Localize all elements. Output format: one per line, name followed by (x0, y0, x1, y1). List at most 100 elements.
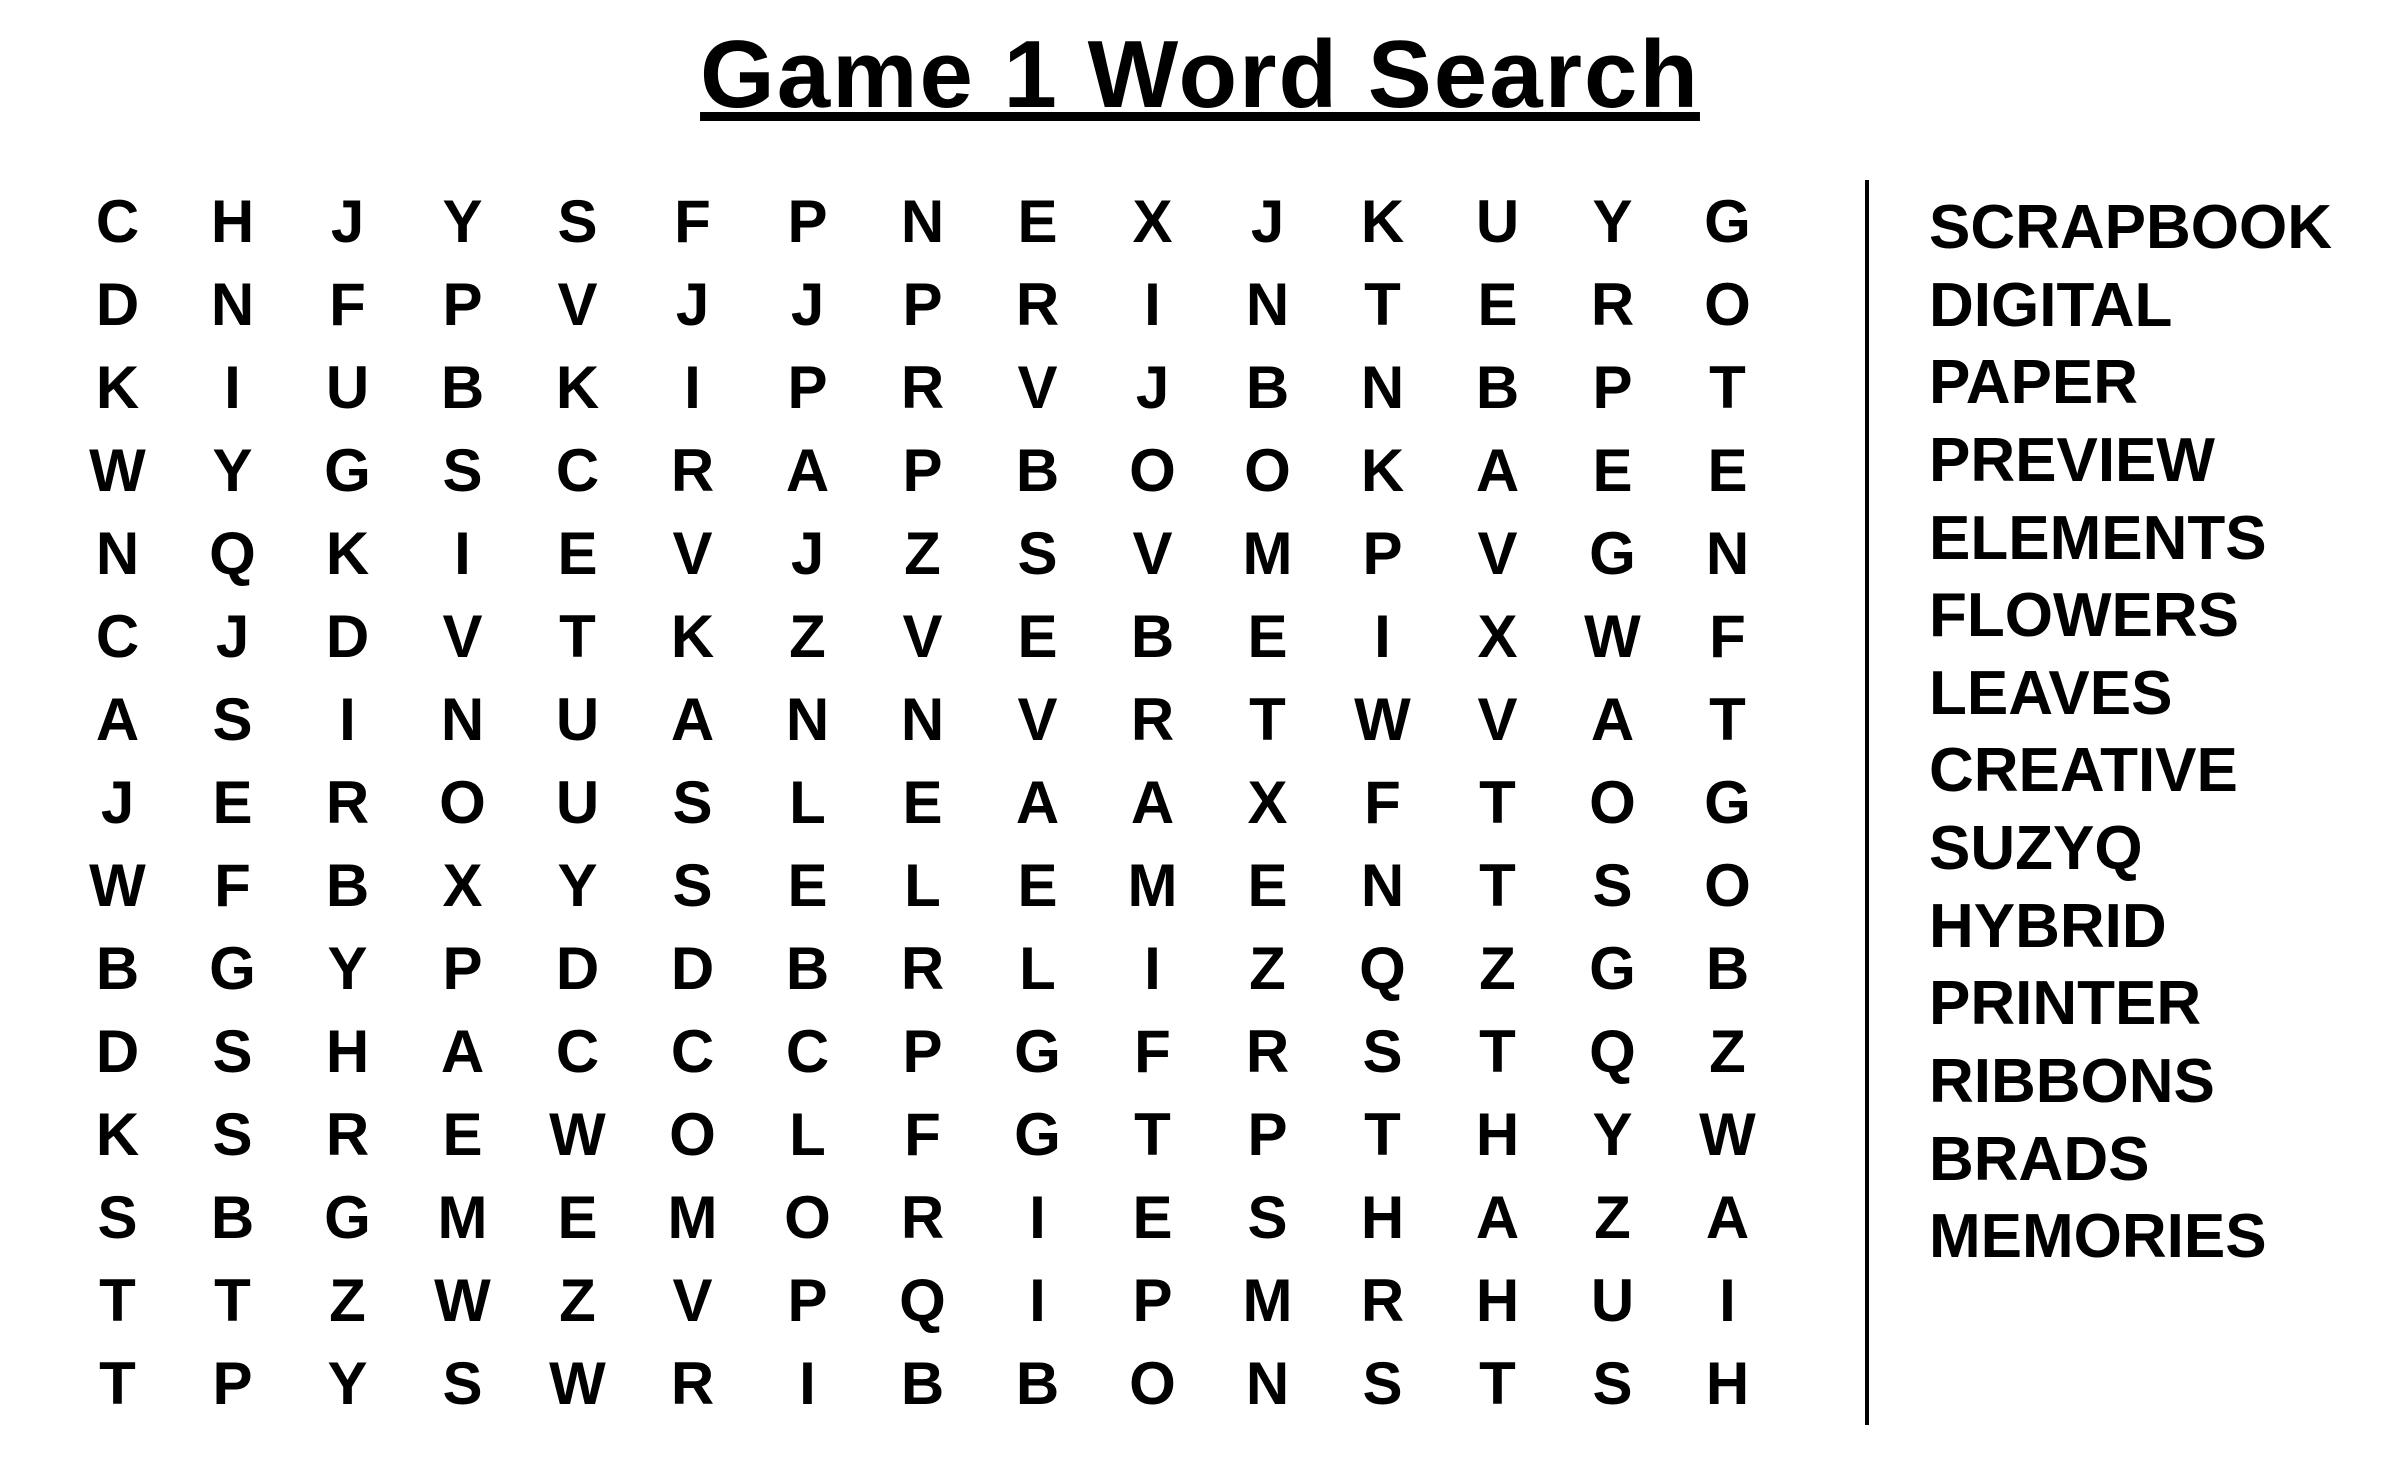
grid-row: DSHACCCPGFRSTQZ (60, 1010, 1785, 1093)
grid-cell-3-1: Y (175, 429, 290, 512)
grid-cell-10-5: C (635, 1010, 750, 1093)
grid-cell-13-0: T (60, 1259, 175, 1342)
grid-cell-8-3: X (405, 844, 520, 927)
grid-cell-13-1: T (175, 1259, 290, 1342)
grid-cell-2-7: R (865, 346, 980, 429)
grid-cell-14-3: S (405, 1342, 520, 1425)
grid-cell-9-13: G (1555, 927, 1670, 1010)
grid-cell-7-6: L (750, 761, 865, 844)
grid-cell-4-8: S (980, 512, 1095, 595)
grid-cell-10-2: H (290, 1010, 405, 1093)
grid-row: NQKIEVJZSVMPVGN (60, 512, 1785, 595)
grid-cell-5-0: C (60, 595, 175, 678)
grid-cell-5-12: X (1440, 595, 1555, 678)
grid-cell-11-6: L (750, 1093, 865, 1176)
grid-cell-8-9: M (1095, 844, 1210, 927)
grid-cell-8-5: S (635, 844, 750, 927)
vertical-divider (1865, 180, 1869, 1425)
grid-cell-13-14: I (1670, 1259, 1785, 1342)
grid-cell-14-11: S (1325, 1342, 1440, 1425)
grid-cell-4-12: V (1440, 512, 1555, 595)
grid-cell-12-7: R (865, 1176, 980, 1259)
grid-cell-3-9: O (1095, 429, 1210, 512)
grid-cell-6-1: S (175, 678, 290, 761)
grid-cell-11-0: K (60, 1093, 175, 1176)
word-list-item-13: MEMORIES (1929, 1199, 2340, 1275)
grid-cell-1-4: V (520, 263, 635, 346)
grid-cell-5-9: B (1095, 595, 1210, 678)
grid-cell-4-5: V (635, 512, 750, 595)
word-list: SCRAPBOOKDIGITALPAPERPREVIEWELEMENTSFLOW… (1909, 180, 2340, 1277)
grid-cell-8-8: E (980, 844, 1095, 927)
grid-cell-12-6: O (750, 1176, 865, 1259)
grid-cell-12-9: E (1095, 1176, 1210, 1259)
grid-cell-10-13: Q (1555, 1010, 1670, 1093)
grid-cell-12-1: B (175, 1176, 290, 1259)
grid-cell-3-0: W (60, 429, 175, 512)
grid-cell-0-10: J (1210, 180, 1325, 263)
grid-cell-10-14: Z (1670, 1010, 1785, 1093)
grid-cell-5-1: J (175, 595, 290, 678)
word-search-grid: CHJYSFPNEXJKUYGDNFPVJJPRINTEROKIUBKIPRVJ… (60, 180, 1825, 1425)
grid-cell-2-6: P (750, 346, 865, 429)
grid-cell-1-7: P (865, 263, 980, 346)
grid-cell-14-0: T (60, 1342, 175, 1425)
word-list-item-5: FLOWERS (1929, 578, 2340, 654)
grid-cell-9-11: Q (1325, 927, 1440, 1010)
grid-cell-1-13: R (1555, 263, 1670, 346)
grid-cell-10-0: D (60, 1010, 175, 1093)
grid-cell-2-14: T (1670, 346, 1785, 429)
grid-cell-7-3: O (405, 761, 520, 844)
grid-cell-12-3: M (405, 1176, 520, 1259)
grid-cell-2-3: B (405, 346, 520, 429)
grid-cell-8-2: B (290, 844, 405, 927)
grid-cell-1-14: O (1670, 263, 1785, 346)
grid-cell-11-5: O (635, 1093, 750, 1176)
grid-cell-6-3: N (405, 678, 520, 761)
word-list-item-9: HYBRID (1929, 889, 2340, 965)
grid-cell-9-9: I (1095, 927, 1210, 1010)
grid-cell-9-1: G (175, 927, 290, 1010)
grid-cell-2-5: I (635, 346, 750, 429)
word-list-item-4: ELEMENTS (1929, 501, 2340, 577)
grid-cell-11-8: G (980, 1093, 1095, 1176)
grid-cell-5-10: E (1210, 595, 1325, 678)
grid-cell-6-11: W (1325, 678, 1440, 761)
grid-cell-5-14: F (1670, 595, 1785, 678)
grid-cell-14-4: W (520, 1342, 635, 1425)
grid-cell-10-3: A (405, 1010, 520, 1093)
grid-row: ASINUANNVRTWVAT (60, 678, 1785, 761)
word-list-item-7: CREATIVE (1929, 733, 2340, 809)
grid-cell-4-0: N (60, 512, 175, 595)
grid-cell-10-8: G (980, 1010, 1095, 1093)
grid-cell-11-4: W (520, 1093, 635, 1176)
grid-cell-3-13: E (1555, 429, 1670, 512)
grid-cell-6-2: I (290, 678, 405, 761)
grid-cell-8-12: T (1440, 844, 1555, 927)
main-content: CHJYSFPNEXJKUYGDNFPVJJPRINTEROKIUBKIPRVJ… (60, 180, 2340, 1425)
grid-cell-11-11: T (1325, 1093, 1440, 1176)
grid-cell-11-9: T (1095, 1093, 1210, 1176)
grid-cell-3-11: K (1325, 429, 1440, 512)
grid-cell-7-2: R (290, 761, 405, 844)
grid-cell-0-14: G (1670, 180, 1785, 263)
word-list-item-2: PAPER (1929, 345, 2340, 421)
grid-cell-5-6: Z (750, 595, 865, 678)
grid-cell-8-6: E (750, 844, 865, 927)
grid-cell-7-8: A (980, 761, 1095, 844)
grid-cell-2-12: B (1440, 346, 1555, 429)
grid-cell-1-2: F (290, 263, 405, 346)
grid-cell-8-14: O (1670, 844, 1785, 927)
grid-cell-6-14: T (1670, 678, 1785, 761)
grid-cell-14-13: S (1555, 1342, 1670, 1425)
grid-cell-2-9: J (1095, 346, 1210, 429)
grid-cell-11-7: F (865, 1093, 980, 1176)
grid-cell-4-9: V (1095, 512, 1210, 595)
grid-cell-4-1: Q (175, 512, 290, 595)
grid-cell-7-10: X (1210, 761, 1325, 844)
grid-cell-13-2: Z (290, 1259, 405, 1342)
grid-cell-7-0: J (60, 761, 175, 844)
grid-cell-7-4: U (520, 761, 635, 844)
grid-cell-0-12: U (1440, 180, 1555, 263)
grid-cell-5-3: V (405, 595, 520, 678)
